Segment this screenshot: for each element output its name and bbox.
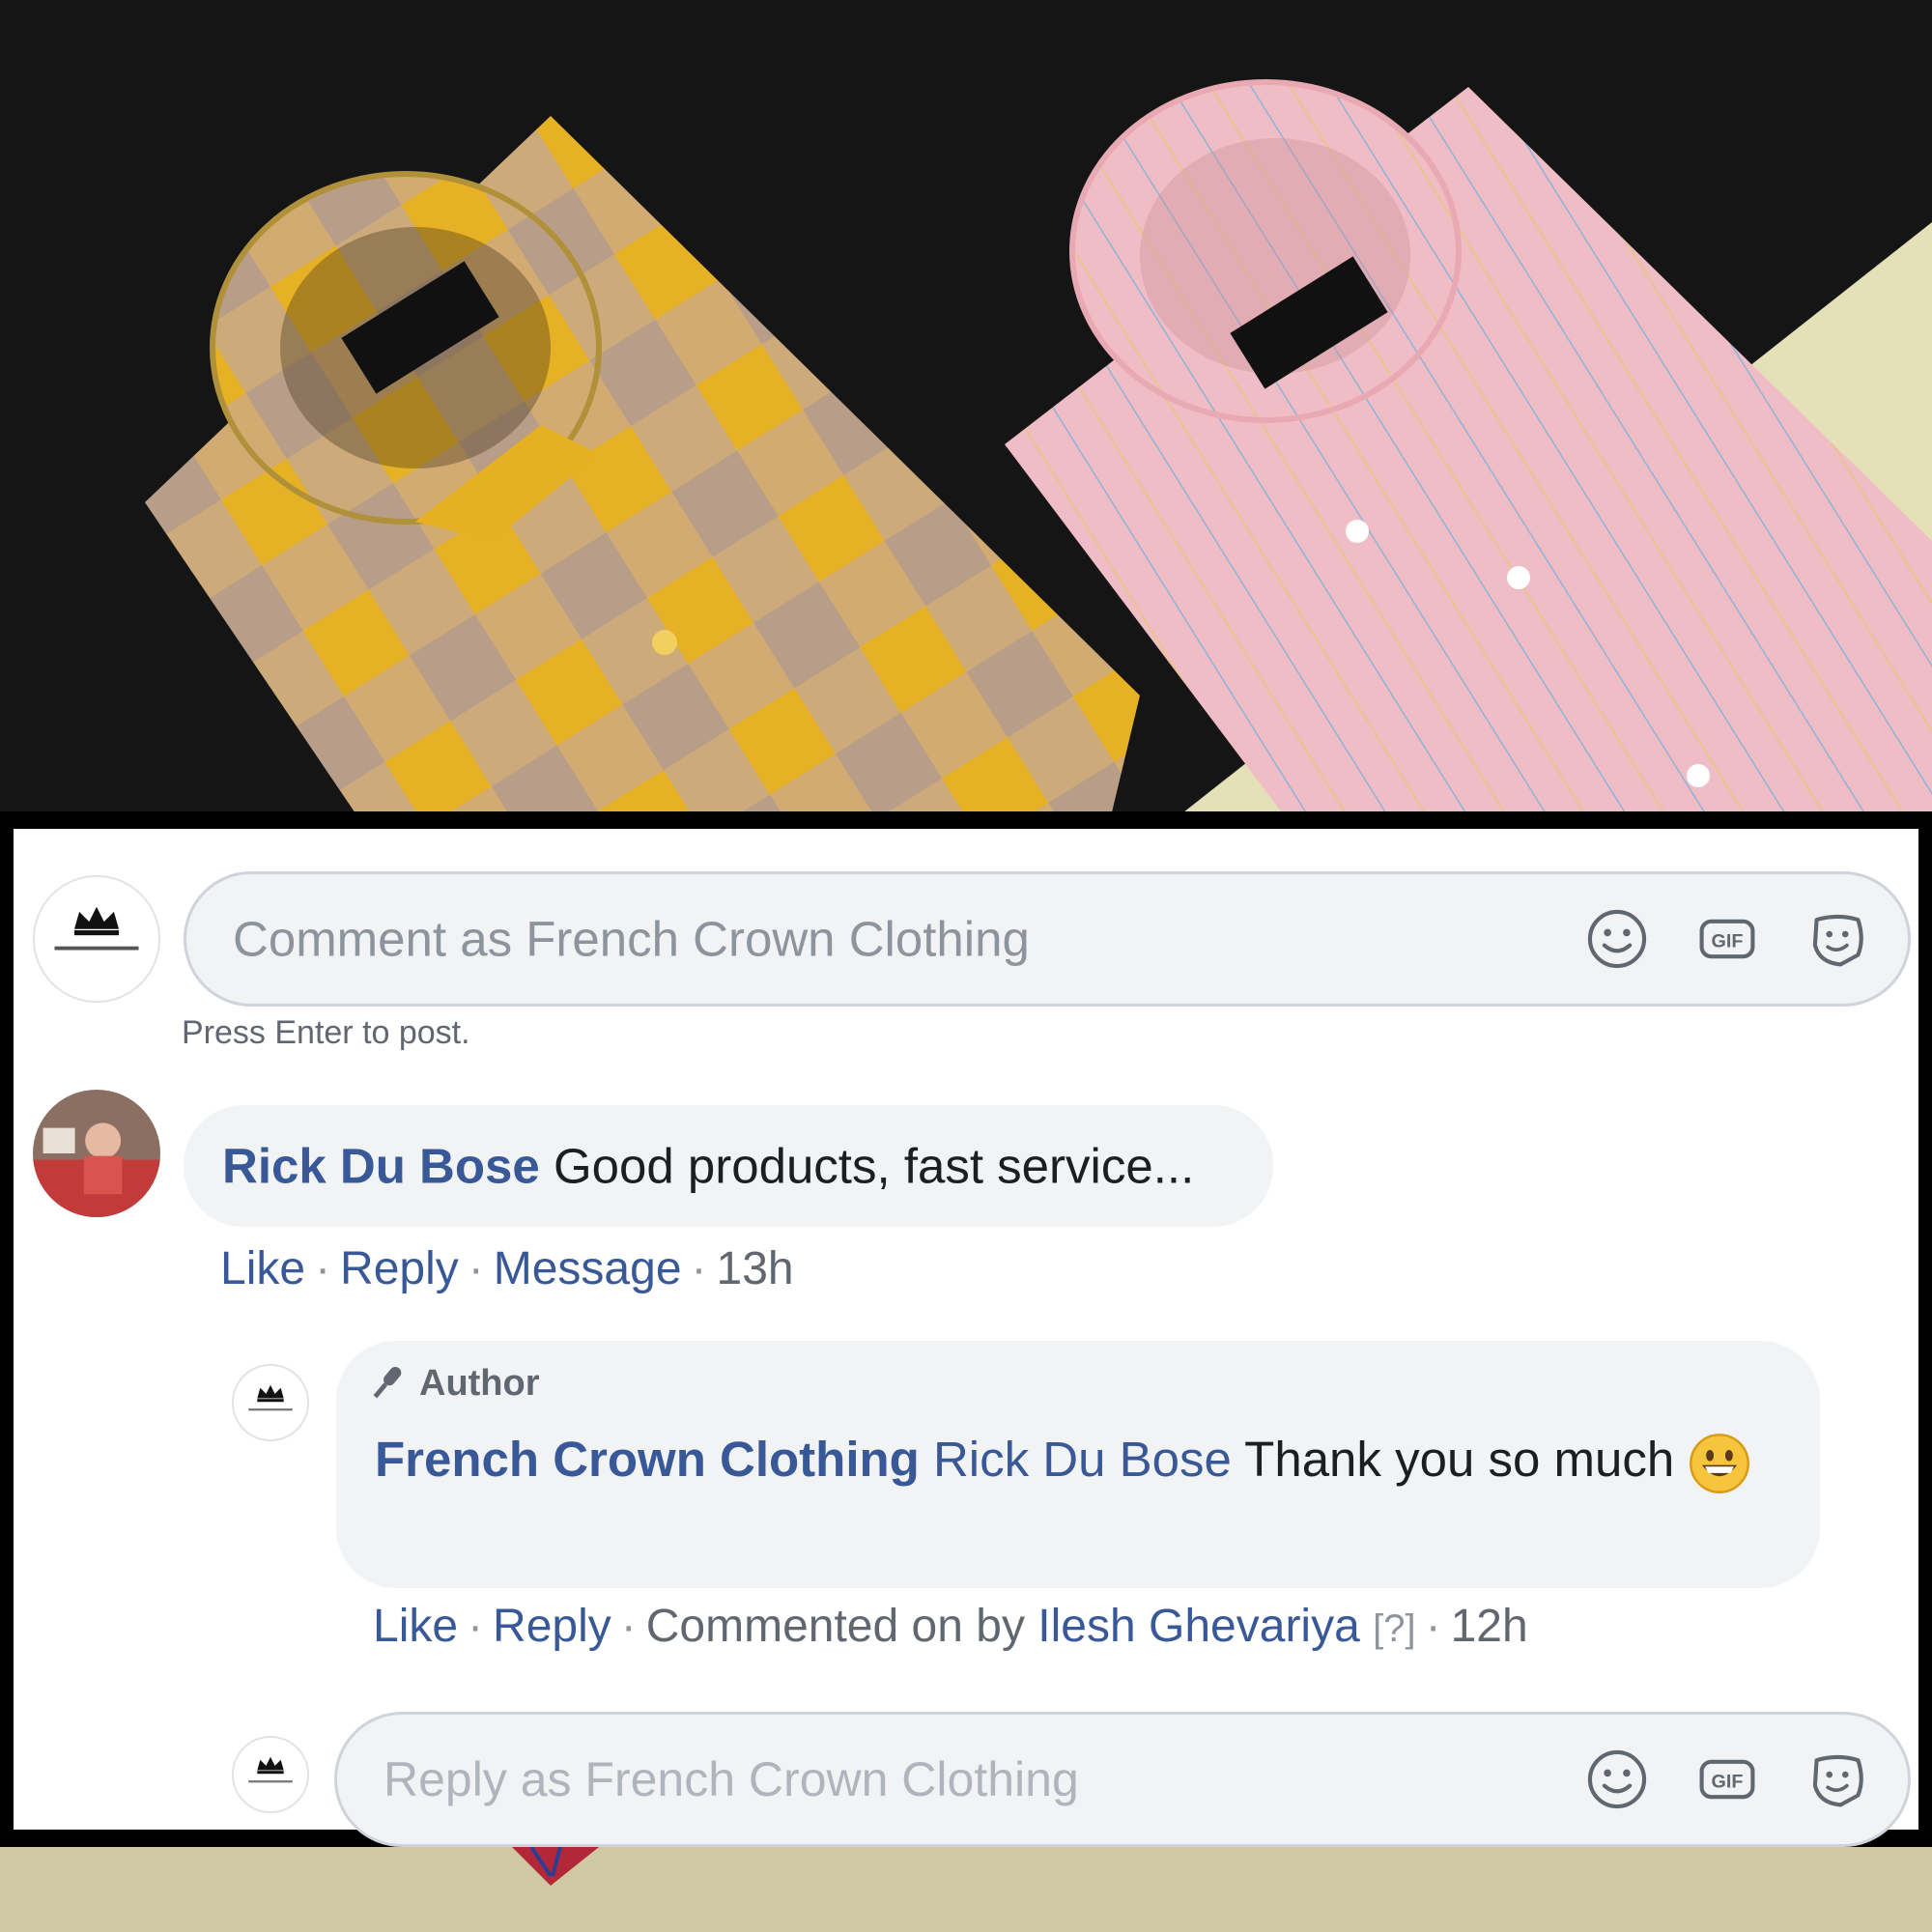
reply-text: Thank you so much xyxy=(1244,1432,1675,1487)
gif-icon[interactable]: GIF xyxy=(1695,907,1759,971)
comment-input-placeholder: Comment as French Crown Clothing xyxy=(233,911,1030,967)
crown-logo-icon xyxy=(35,877,158,1001)
page-avatar[interactable] xyxy=(33,875,160,1003)
comment-text: Good products, fast service... xyxy=(553,1138,1195,1194)
svg-text:GIF: GIF xyxy=(1712,930,1744,952)
reply-like-link[interactable]: Like xyxy=(373,1601,458,1652)
comment-panel-body: Comment as French Crown Clothing GIF Pre… xyxy=(14,829,1918,1847)
author-badge-label: Author xyxy=(419,1362,540,1404)
comment-actions: Like · Reply · Message · 13h xyxy=(220,1243,794,1294)
comment-input[interactable]: Comment as French Crown Clothing GIF xyxy=(184,871,1911,1007)
reply-reply-link[interactable]: Reply xyxy=(493,1601,611,1652)
product-photo xyxy=(0,0,1932,816)
microphone-icon xyxy=(373,1366,402,1399)
emoji-icon[interactable] xyxy=(1585,907,1649,971)
commenter-name[interactable]: Rick Du Bose xyxy=(222,1139,540,1194)
reply-composer-avatar[interactable] xyxy=(232,1736,309,1813)
comment-timestamp[interactable]: 13h xyxy=(717,1243,794,1294)
reply-link[interactable]: Reply xyxy=(340,1243,459,1294)
reply-input[interactable]: Reply as French Crown Clothing GIF xyxy=(334,1712,1911,1847)
gif-icon[interactable]: GIF xyxy=(1695,1747,1759,1811)
sticker-icon[interactable] xyxy=(1805,1747,1869,1811)
reply-author-avatar[interactable] xyxy=(232,1364,309,1441)
fabric-corner-image xyxy=(512,1847,599,1886)
mentioned-user[interactable]: Rick Du Bose xyxy=(933,1432,1232,1487)
reply-timestamp[interactable]: 12h xyxy=(1451,1601,1528,1652)
like-link[interactable]: Like xyxy=(220,1243,305,1294)
grinning-face-icon xyxy=(1688,1432,1751,1495)
commented-by-prefix: Commented on by xyxy=(645,1601,1025,1652)
sticker-icon[interactable] xyxy=(1805,907,1869,971)
reply-actions: Like · Reply · Commented on by Ilesh Ghevari… xyxy=(373,1601,1528,1652)
person-photo-icon xyxy=(33,1090,160,1217)
reply-input-placeholder: Reply as French Crown Clothing xyxy=(384,1752,1079,1806)
shirts-image xyxy=(0,0,1932,816)
reply-bubble: Author French Crown Clothing Rick Du Bos… xyxy=(336,1341,1820,1588)
crown-logo-icon xyxy=(234,1738,307,1811)
emoji-icon[interactable] xyxy=(1585,1747,1649,1811)
comment-panel: Comment as French Crown Clothing GIF Pre… xyxy=(0,811,1932,1847)
help-link[interactable]: [?] xyxy=(1373,1607,1415,1650)
comment-bubble: Rick Du Bose Good products, fast service… xyxy=(184,1105,1273,1227)
commented-by-name[interactable]: Ilesh Ghevariya xyxy=(1037,1601,1360,1652)
svg-text:GIF: GIF xyxy=(1712,1771,1744,1792)
commenter-avatar[interactable] xyxy=(33,1090,160,1217)
reply-author-name[interactable]: French Crown Clothing xyxy=(375,1432,920,1487)
press-enter-hint: Press Enter to post. xyxy=(182,1014,470,1051)
message-link[interactable]: Message xyxy=(494,1243,682,1294)
author-badge: Author xyxy=(363,1360,540,1406)
photo-bottom-strip xyxy=(0,1847,1932,1932)
crown-logo-icon xyxy=(234,1366,307,1439)
